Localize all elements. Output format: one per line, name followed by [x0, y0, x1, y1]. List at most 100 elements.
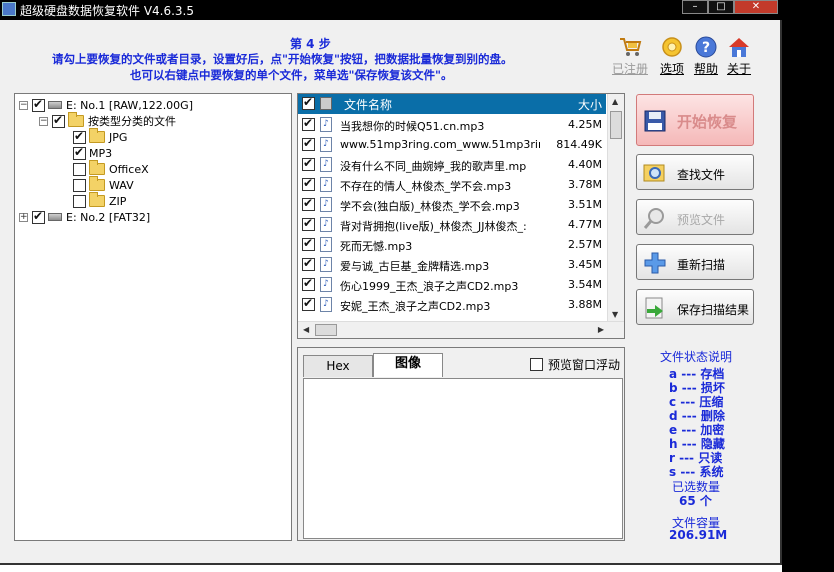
- size-column-header[interactable]: 大小: [578, 96, 602, 113]
- tree-node-mp3[interactable]: MP3: [73, 145, 112, 161]
- collapse-icon[interactable]: −: [39, 116, 48, 126]
- drive-icon: [48, 213, 62, 221]
- vertical-scrollbar[interactable]: ▲ ▼: [607, 94, 624, 322]
- register-button[interactable]: 已注册: [609, 36, 651, 77]
- audio-file-icon: ♪: [320, 277, 332, 292]
- maximize-button[interactable]: □: [708, 0, 734, 14]
- file-size: 4.40M: [568, 158, 602, 171]
- file-row[interactable]: ♪ 没有什么不同_曲婉婷_我的歌声里.mp 4.40M: [298, 155, 606, 175]
- file-row[interactable]: ♪ www.51mp3ring.com_www.51mp3ring.co 814.4…: [298, 135, 606, 155]
- tree-checkbox[interactable]: [73, 178, 86, 192]
- gear-icon: [662, 37, 682, 57]
- minimize-button[interactable]: –: [682, 0, 708, 14]
- name-column-header[interactable]: 文件名称: [344, 96, 392, 113]
- file-checkbox[interactable]: [302, 216, 315, 231]
- file-name: 不存在的情人_林俊杰_学不会.mp3: [340, 180, 512, 193]
- save-scan-result-label: 保存扫描结果: [677, 303, 750, 317]
- tree-node-label: JPG: [109, 130, 128, 144]
- tree-node-wav[interactable]: WAV: [73, 176, 134, 193]
- home-icon: [729, 38, 749, 57]
- save-scan-result-button[interactable]: 保存扫描结果: [636, 289, 754, 325]
- file-row[interactable]: ♪ 当我想你的时候Q51.cn.mp3 4.25M: [298, 115, 606, 135]
- magnifier-icon: [643, 208, 664, 229]
- file-row[interactable]: ♪ 背对背拥抱(live版)_林俊杰_JJ林俊杰_: 4.77M: [298, 215, 606, 235]
- file-name: 伤心1999_王杰_浪子之声CD2.mp3: [340, 280, 519, 293]
- file-capacity-value: 206.91M: [669, 528, 728, 542]
- file-row[interactable]: ♪ 爱与诚_古巨基_金牌精选.mp3 3.45M: [298, 255, 606, 275]
- tree-node-by-type[interactable]: − 按类型分类的文件: [39, 112, 176, 129]
- file-row[interactable]: ♪ 死而无憾.mp3 2.57M: [298, 235, 606, 255]
- audio-file-icon: ♪: [320, 297, 332, 312]
- scroll-right-icon[interactable]: ▶: [598, 325, 604, 334]
- folder-icon: [89, 192, 105, 207]
- tree-checkbox[interactable]: [73, 129, 86, 144]
- about-label: 关于: [726, 62, 751, 76]
- about-button[interactable]: 关于: [718, 36, 760, 77]
- file-row[interactable]: ♪ 伤心1999_王杰_浪子之声CD2.mp3 3.54M: [298, 275, 606, 295]
- file-checkbox[interactable]: [302, 176, 315, 191]
- file-size: 3.45M: [568, 258, 602, 271]
- audio-file-icon: ♪: [320, 197, 332, 212]
- scroll-thumb[interactable]: [610, 111, 622, 139]
- start-recovery-label: 开始恢复: [677, 113, 738, 131]
- file-checkbox[interactable]: [302, 256, 315, 271]
- find-file-button[interactable]: 查找文件: [636, 154, 754, 190]
- file-row[interactable]: ♪ 不存在的情人_林俊杰_学不会.mp3 3.78M: [298, 175, 606, 195]
- app-icon: [2, 2, 16, 16]
- start-recovery-button[interactable]: 开始恢复: [636, 94, 754, 146]
- file-checkbox[interactable]: [302, 296, 315, 311]
- horizontal-scrollbar[interactable]: ◀ ▶: [298, 321, 624, 338]
- preview-float-toggle[interactable]: 预览窗口浮动: [530, 356, 620, 373]
- preview-float-checkbox[interactable]: [530, 358, 543, 371]
- tree-node-officex[interactable]: OfficeX: [73, 160, 149, 177]
- file-name: 背对背拥抱(live版)_林俊杰_JJ林俊杰_:: [340, 220, 527, 233]
- tab-hex[interactable]: Hex: [303, 355, 373, 377]
- file-name: 安妮_王杰_浪子之声CD2.mp3: [340, 300, 491, 313]
- expand-icon[interactable]: +: [19, 212, 28, 222]
- close-button[interactable]: ✕: [734, 0, 778, 14]
- file-checkbox[interactable]: [302, 276, 315, 291]
- audio-file-icon: ♪: [320, 117, 332, 132]
- rescan-button[interactable]: 重新扫描: [636, 244, 754, 280]
- tab-image[interactable]: 图像: [373, 353, 443, 377]
- file-row[interactable]: ♪ 学不会(独白版)_林俊杰_学不会.mp3 3.51M: [298, 195, 606, 215]
- scroll-left-icon[interactable]: ◀: [303, 325, 309, 334]
- file-checkbox[interactable]: [302, 156, 315, 171]
- tree-checkbox[interactable]: [73, 194, 86, 208]
- file-name: 没有什么不同_曲婉婷_我的歌声里.mp: [340, 160, 527, 173]
- folder-icon: [89, 128, 105, 143]
- scroll-up-icon[interactable]: ▲: [612, 97, 618, 106]
- file-name: 爱与诚_古巨基_金牌精选.mp3: [340, 260, 490, 273]
- preview-file-button[interactable]: 预览文件: [636, 199, 754, 235]
- preview-float-label: 预览窗口浮动: [548, 358, 621, 372]
- file-checkbox[interactable]: [302, 196, 315, 211]
- tree-node-label: MP3: [89, 146, 113, 160]
- floppy-icon: [644, 110, 666, 132]
- instruction-line-1: 请勾上要恢复的文件或者目录，设置好后，点"开始恢复"按钮，把数据批量恢复到别的盘…: [52, 52, 513, 66]
- scroll-down-icon[interactable]: ▼: [612, 310, 618, 319]
- drive-icon: [48, 101, 62, 109]
- tree-checkbox[interactable]: [52, 113, 65, 128]
- tree-checkbox[interactable]: [32, 209, 45, 224]
- file-size: 3.51M: [568, 198, 602, 211]
- tree-node-drive-2[interactable]: + E: No.2 [FAT32]: [19, 209, 150, 225]
- folder-icon: [89, 176, 105, 191]
- tree-node-zip[interactable]: ZIP: [73, 192, 126, 209]
- tree-node-jpg[interactable]: JPG: [73, 128, 128, 145]
- file-checkbox[interactable]: [302, 136, 315, 151]
- file-checkbox[interactable]: [302, 236, 315, 251]
- scroll-thumb[interactable]: [315, 324, 337, 336]
- tree-checkbox[interactable]: [32, 97, 45, 112]
- file-row[interactable]: ♪ 安妮_王杰_浪子之声CD2.mp3 3.88M: [298, 295, 606, 315]
- collapse-icon[interactable]: −: [19, 100, 28, 110]
- select-all-checkbox[interactable]: [302, 95, 315, 110]
- tree-checkbox[interactable]: [73, 145, 86, 160]
- file-list[interactable]: 文件名称 大小 ♪ 当我想你的时候Q51.cn.mp3 4.25M ♪ www.51mp…: [297, 93, 625, 339]
- title-bar: 超级硬盘数据恢复软件 V4.6.3.5 – □ ✕: [0, 0, 782, 20]
- folder-tree[interactable]: − E: No.1 [RAW,122.00G] − 按类型分类的文件 JPG M…: [14, 93, 292, 541]
- cart-icon: [620, 38, 642, 56]
- file-checkbox[interactable]: [302, 116, 315, 131]
- tree-node-label: E: No.1 [RAW,122.00G]: [66, 98, 193, 112]
- tree-checkbox[interactable]: [73, 162, 86, 176]
- tree-node-drive-1[interactable]: − E: No.1 [RAW,122.00G]: [19, 97, 193, 113]
